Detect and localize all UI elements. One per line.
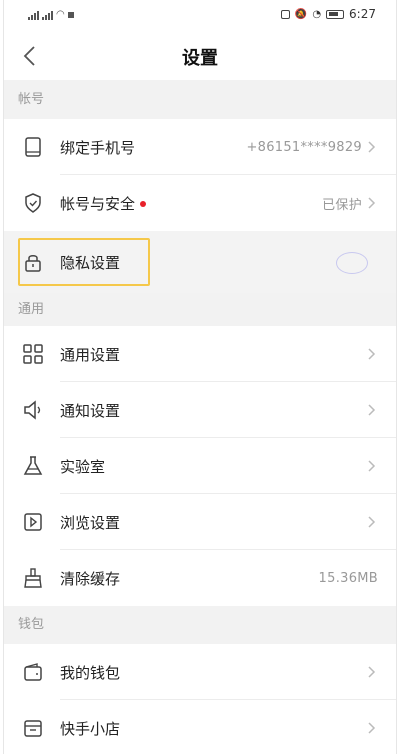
row-label: 快手小店 [60,719,121,738]
row-label: 帐号与安全 [60,193,147,214]
red-dot-badge [140,201,147,207]
wifi-icon: ◠ [56,9,65,20]
row-label: 实验室 [60,457,106,476]
row-value: 已保护 [322,197,362,213]
chevron-right-icon [368,404,378,416]
status-bar: ◠ 🔕 ◔ 6:27 [4,0,396,32]
chevron-right-icon [368,666,378,678]
status-left: ◠ [28,9,74,20]
grid-icon [22,343,44,365]
row-label: 清除缓存 [60,569,121,588]
row-account-security[interactable]: 帐号与安全 已保护 [4,175,396,231]
section-label: 帐号 [18,92,45,107]
row-label: 通用设置 [60,345,121,364]
row-value: +86151****9829 [246,139,362,155]
tap-indicator [336,252,368,274]
phone-icon [22,136,44,158]
section-header-general: 通用 [4,293,396,326]
speaker-icon [22,399,44,421]
row-label: 浏览设置 [60,513,121,532]
alarm-icon: ◔ [312,8,322,20]
nfc-icon [280,9,290,19]
row-my-wallet[interactable]: 我的钱包 [4,644,396,700]
row-clear-cache[interactable]: 清除缓存 15.36MB [4,550,396,606]
notification-icon [67,11,74,18]
store-icon [22,717,44,739]
broom-icon [22,567,44,589]
row-label: 我的钱包 [60,663,121,682]
status-time: 6:27 [349,7,376,21]
battery-icon [326,9,345,19]
status-right: 🔕 ◔ 6:27 [280,7,376,21]
chevron-right-icon [368,197,378,209]
row-label: 绑定手机号 [60,138,136,157]
section-header-account: 帐号 [4,80,396,119]
chevron-right-icon [368,141,378,153]
row-value: 15.36MB [318,570,378,586]
top-bar: 设置 [4,32,396,80]
highlight-box [18,238,150,286]
row-label: 通知设置 [60,401,121,420]
chevron-right-icon [368,460,378,472]
section-label: 通用 [18,302,45,317]
row-kuaishou-shop[interactable]: 快手小店 [4,700,396,754]
wallet-icon [22,661,44,683]
row-notification-settings[interactable]: 通知设置 [4,382,396,438]
signal-icon-2 [42,10,53,20]
row-bind-phone[interactable]: 绑定手机号 +86151****9829 [4,119,396,175]
chevron-right-icon [368,348,378,360]
chevron-right-icon [368,722,378,734]
chevron-right-icon [368,516,378,528]
mute-icon: 🔕 [294,8,308,20]
section-header-wallet: 钱包 [4,606,396,644]
play-box-icon [22,511,44,533]
section-label: 钱包 [18,617,45,632]
flask-icon [22,455,44,477]
row-browse-settings[interactable]: 浏览设置 [4,494,396,550]
settings-screen: ◠ 🔕 ◔ 6:27 设置 帐号 绑定手机号 +86151****9829 帐号… [3,0,397,754]
page-title: 设置 [182,48,218,69]
row-lab[interactable]: 实验室 [4,438,396,494]
row-general-settings[interactable]: 通用设置 [4,326,396,382]
shield-icon [22,192,44,214]
signal-icon [28,10,39,20]
